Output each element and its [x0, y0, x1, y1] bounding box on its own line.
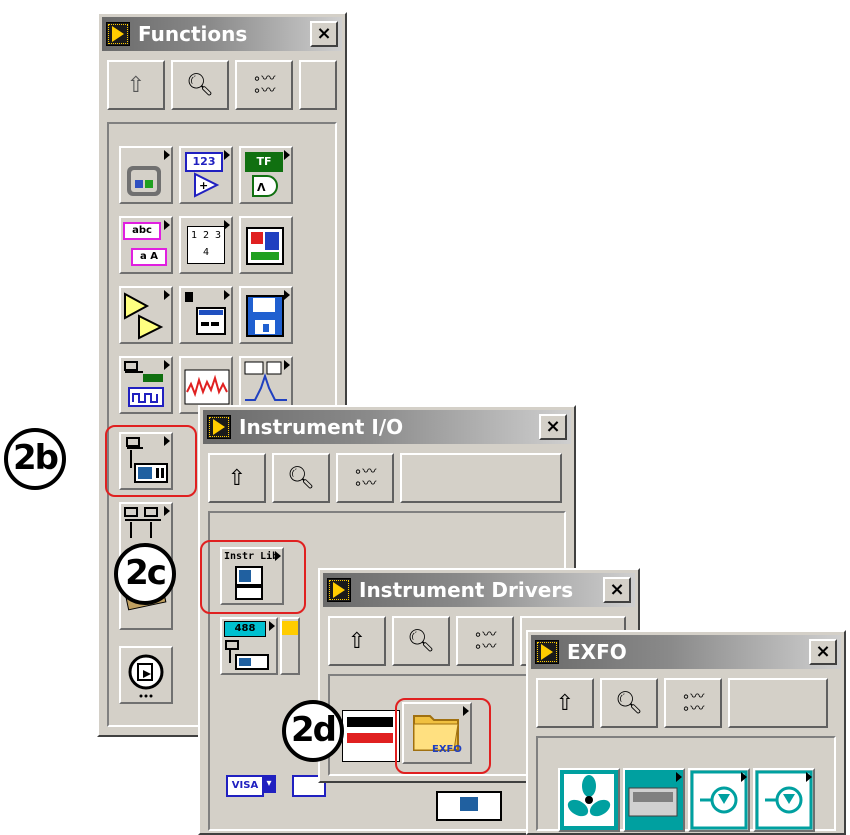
- comparison-tile[interactable]: [119, 286, 173, 344]
- up-arrow-button[interactable]: ⇧: [107, 60, 165, 110]
- callout-2c: 2c: [114, 543, 176, 605]
- search-icon: 🔍︎: [186, 72, 214, 98]
- array-tile[interactable]: 1 2 3 4: [179, 216, 233, 274]
- instrument-drivers-close-button[interactable]: ×: [603, 577, 631, 603]
- search-button[interactable]: 🔍︎: [600, 678, 658, 728]
- toolbar-blank-button: [728, 678, 828, 728]
- highlight-instrument-io: [105, 425, 197, 497]
- options-icon: ∘〰 ∘〰: [252, 71, 276, 99]
- cluster-tile[interactable]: [239, 216, 293, 274]
- detector-icon: [755, 770, 813, 830]
- labview-palette-icon: [207, 415, 231, 439]
- callout-2b: 2b: [4, 428, 66, 490]
- functions-toolbar: ⇧ 🔍︎ ∘〰 ∘〰: [107, 60, 337, 112]
- exfo-title: EXFO: [567, 640, 627, 664]
- timing-dialog-tile[interactable]: [179, 286, 233, 344]
- labview-palette-icon: [535, 640, 559, 664]
- exfo-palette: EXFO × ⇧ 🔍︎ ∘〰 ∘〰: [526, 630, 846, 835]
- callout-2d: 2d: [282, 700, 344, 762]
- options-button[interactable]: ∘〰 ∘〰: [664, 678, 722, 728]
- gpib-tile[interactable]: 488: [220, 617, 278, 675]
- string-tile[interactable]: abc a A: [119, 216, 173, 274]
- search-icon: 🔍︎: [287, 465, 315, 491]
- search-button[interactable]: 🔍︎: [272, 453, 330, 503]
- exfo-fan-tile[interactable]: [558, 768, 620, 832]
- instrument-io-close-button[interactable]: ×: [539, 414, 567, 440]
- exfo-platform-tile[interactable]: [623, 768, 685, 832]
- svg-text:+: +: [199, 179, 208, 192]
- string-convert-icon: a A: [131, 248, 167, 266]
- up-arrow-button[interactable]: ⇧: [328, 616, 386, 666]
- options-icon: ∘〰 ∘〰: [353, 464, 377, 492]
- functions-titlebar[interactable]: Functions ×: [102, 17, 342, 51]
- boolean-and-icon: Λ: [252, 175, 278, 197]
- up-arrow-icon: ⇧: [347, 628, 367, 654]
- instrument-drivers-title: Instrument Drivers: [359, 578, 574, 602]
- toolbar-blank-button: [400, 453, 562, 503]
- select-vi-tile[interactable]: [119, 646, 173, 704]
- numeric-tile[interactable]: 123 +: [179, 146, 233, 204]
- up-arrow-icon: ⇧: [126, 72, 146, 98]
- array-icon: 1 2 3 4: [187, 226, 225, 264]
- string-icon: abc: [123, 222, 161, 240]
- data-acquisition-tile[interactable]: [119, 356, 173, 414]
- up-arrow-button[interactable]: ⇧: [208, 453, 266, 503]
- boolean-tile[interactable]: TF Λ: [239, 146, 293, 204]
- serial-tile-partial[interactable]: [280, 617, 300, 675]
- instrument-vi-icon[interactable]: [436, 791, 502, 821]
- up-arrow-button[interactable]: ⇧: [536, 678, 594, 728]
- svg-text:Λ: Λ: [257, 181, 266, 194]
- structures-tile[interactable]: [119, 146, 173, 204]
- serial-label-icon: [282, 621, 298, 635]
- numeric-add-icon: +: [194, 172, 220, 198]
- search-icon: 🔍︎: [615, 690, 643, 716]
- instrument-drivers-titlebar[interactable]: Instrument Drivers ×: [323, 573, 635, 607]
- instrument-io-toolbar: ⇧ 🔍︎ ∘〰 ∘〰: [208, 453, 566, 505]
- highlight-exfo-folder: [395, 698, 491, 774]
- search-icon: 🔍︎: [407, 628, 435, 654]
- gpib-label: 488: [224, 621, 266, 637]
- options-icon: ∘〰 ∘〰: [473, 627, 497, 655]
- functions-close-button[interactable]: ×: [310, 21, 338, 47]
- exfo-toolbar: ⇧ 🔍︎ ∘〰 ∘〰: [536, 678, 836, 730]
- exfo-titlebar[interactable]: EXFO ×: [531, 635, 841, 669]
- options-button[interactable]: ∘〰 ∘〰: [456, 616, 514, 666]
- visa-dropdown-icon[interactable]: ▾: [262, 775, 276, 793]
- exfo-close-button[interactable]: ×: [809, 639, 837, 665]
- options-button[interactable]: ∘〰 ∘〰: [235, 60, 293, 110]
- exfo-module-tile-2[interactable]: [753, 768, 815, 832]
- instrument-io-title: Instrument I/O: [239, 415, 404, 439]
- cluster-icon: [246, 227, 284, 265]
- labview-palette-icon: [106, 22, 130, 46]
- options-button[interactable]: ∘〰 ∘〰: [336, 453, 394, 503]
- waveform-icon: [184, 369, 230, 405]
- visa-label[interactable]: VISA: [226, 775, 264, 797]
- instrument-io-titlebar[interactable]: Instrument I/O ×: [203, 410, 571, 444]
- driver-ni-tile[interactable]: [342, 710, 400, 762]
- exfo-module-tile-1[interactable]: [688, 768, 750, 832]
- search-button[interactable]: 🔍︎: [392, 616, 450, 666]
- select-vi-icon: [128, 654, 164, 698]
- detector-icon: [690, 770, 748, 830]
- search-button[interactable]: 🔍︎: [171, 60, 229, 110]
- fan-icon: [560, 770, 618, 830]
- toolbar-blank-button: [299, 60, 337, 110]
- file-io-tile[interactable]: [239, 286, 293, 344]
- up-arrow-icon: ⇧: [555, 690, 575, 716]
- options-icon: ∘〰 ∘〰: [681, 689, 705, 717]
- labview-palette-icon: [327, 578, 351, 602]
- functions-title: Functions: [138, 22, 248, 46]
- platform-icon: [625, 770, 683, 830]
- up-arrow-icon: ⇧: [227, 465, 247, 491]
- highlight-instr-lib: [200, 540, 306, 614]
